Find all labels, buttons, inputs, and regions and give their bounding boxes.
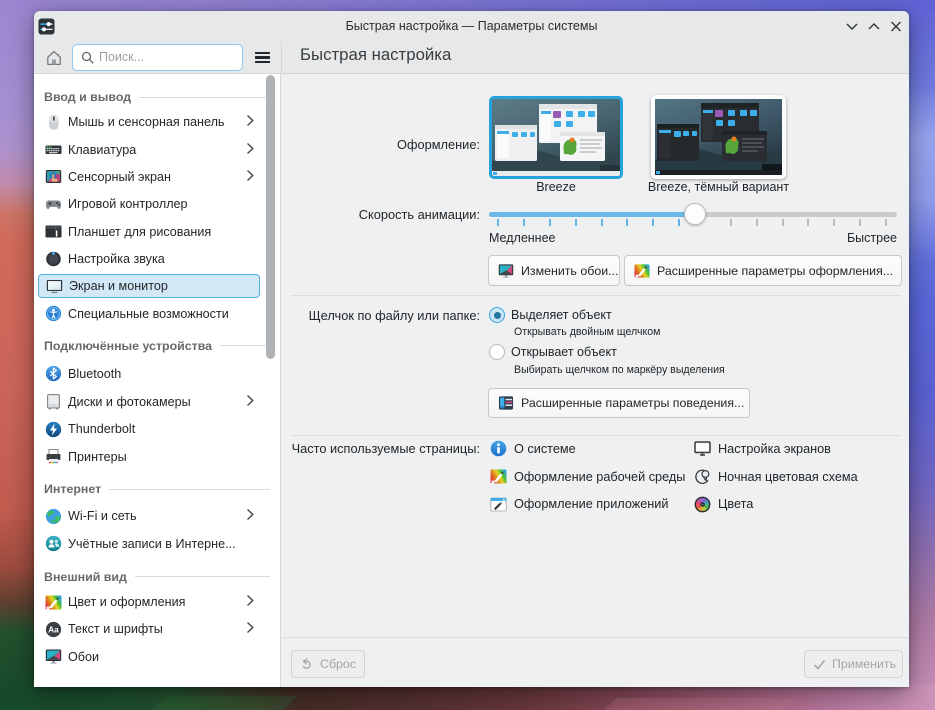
svg-text:Aa: Aa [48,625,59,634]
